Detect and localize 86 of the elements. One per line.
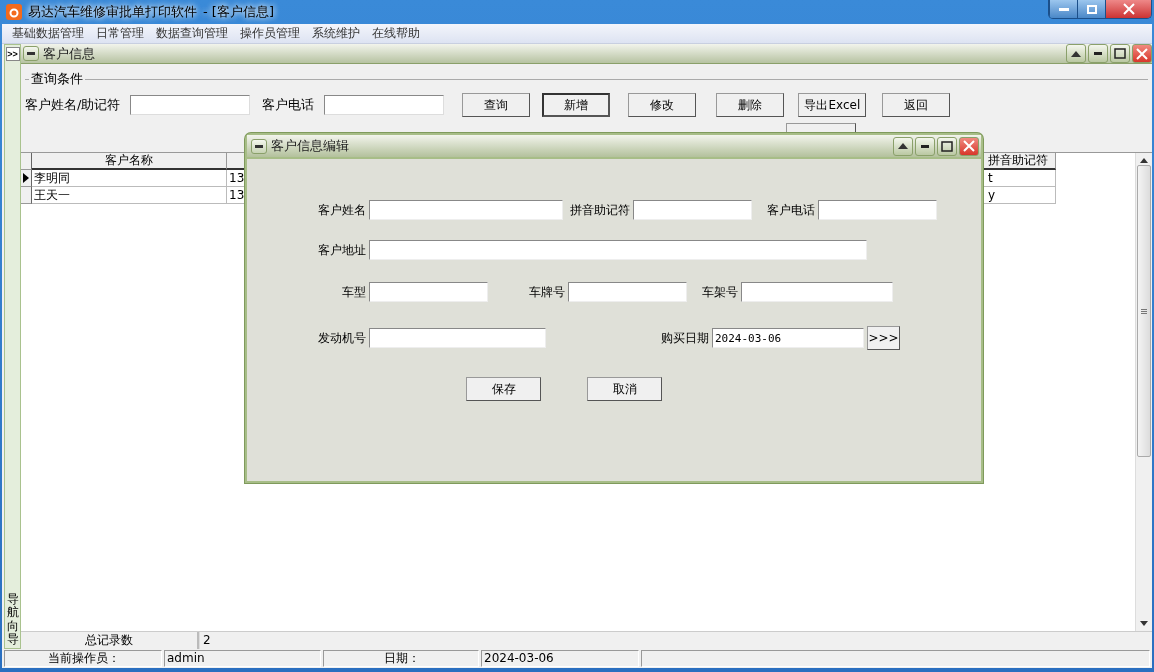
date-field[interactable]: 2024-03-06	[712, 328, 864, 348]
close-icon	[1122, 3, 1135, 15]
minimize-icon	[1058, 7, 1069, 11]
toolbar-button[interactable]: 导出Excel	[798, 93, 867, 117]
maximize-icon	[1086, 4, 1097, 14]
row-header	[21, 153, 32, 170]
restore-button[interactable]	[893, 136, 913, 156]
toolbar-button[interactable]: 删除	[716, 93, 785, 117]
menu-item[interactable]: 操作员管理	[234, 25, 306, 42]
expand-button[interactable]: >>	[5, 47, 20, 61]
input-field[interactable]	[633, 200, 752, 220]
input-field[interactable]	[130, 95, 251, 115]
maximize-button[interactable]	[1110, 44, 1130, 63]
column-header: 拼音助记符	[981, 153, 1056, 170]
field-label: 客户电话	[766, 201, 816, 219]
table-cell: 王天一	[32, 187, 227, 204]
scroll-up-icon	[1140, 158, 1148, 163]
maximize-button[interactable]	[1077, 0, 1105, 18]
menu-item[interactable]: 基础数据管理	[6, 25, 90, 42]
field-label: 车型	[341, 283, 367, 301]
date-picker-button[interactable]: >>>	[867, 326, 900, 350]
maximize-icon	[941, 140, 953, 152]
toolbar-button[interactable]: 查询	[462, 93, 531, 117]
up-arrow-icon	[1071, 50, 1081, 57]
menu-item[interactable]: 日常管理	[90, 25, 150, 42]
field-label: 客户电话	[262, 96, 315, 114]
field-label: 拼音助记符	[569, 201, 631, 219]
table-cell: 李明同	[32, 170, 227, 187]
toolbar-button[interactable]: 修改	[628, 93, 697, 117]
minus-icon	[27, 52, 35, 55]
column-header: 客户名称	[32, 153, 227, 170]
menu-item[interactable]: 系统维护	[306, 25, 366, 42]
maximize-button[interactable]	[937, 136, 957, 156]
child-window-title: 客户信息	[43, 44, 95, 63]
row-pointer-icon	[23, 173, 29, 183]
restore-button[interactable]	[1066, 44, 1086, 63]
input-field[interactable]	[369, 282, 488, 302]
row-header[interactable]	[21, 170, 32, 187]
field-label: 发动机号	[317, 329, 367, 347]
close-icon	[963, 140, 975, 152]
app-icon	[6, 4, 22, 20]
status-field: 当前操作员：	[4, 650, 162, 667]
input-field[interactable]	[369, 240, 867, 260]
scroll-down-icon	[1140, 621, 1148, 626]
status-field: 2024-03-06	[481, 650, 639, 667]
close-icon	[1136, 47, 1148, 60]
minimize-icon	[921, 144, 929, 148]
minimize-button[interactable]	[915, 136, 935, 156]
minimize-icon	[1094, 52, 1102, 55]
system-menu-button[interactable]	[23, 46, 39, 61]
toolbar-button[interactable]: 返回	[882, 93, 951, 117]
input-field[interactable]	[818, 200, 937, 220]
close-button[interactable]	[1132, 44, 1152, 63]
maximize-icon	[1114, 48, 1126, 59]
minimize-button[interactable]	[1049, 0, 1077, 18]
field-label: 车牌号	[528, 283, 566, 301]
field-label: 客户姓名/助记符	[25, 96, 121, 114]
field-label: 客户地址	[317, 241, 367, 259]
status-field: 日期：	[323, 650, 479, 667]
input-field[interactable]	[369, 328, 546, 348]
scroll-thumb[interactable]	[1137, 165, 1151, 457]
input-field[interactable]	[741, 282, 893, 302]
close-button[interactable]	[1105, 0, 1151, 18]
minus-icon	[255, 144, 263, 148]
menu-item[interactable]: 数据查询管理	[150, 25, 234, 42]
minimize-button[interactable]	[1088, 44, 1108, 63]
input-field[interactable]	[324, 95, 445, 115]
dialog-button[interactable]: 保存	[466, 377, 541, 401]
dialog-title: 客户信息编辑	[271, 137, 349, 155]
dialog-button[interactable]: 取消	[587, 377, 662, 401]
menu-item[interactable]: 在线帮助	[366, 25, 426, 42]
document-title: - [客户信息]	[203, 3, 274, 21]
system-menu-button[interactable]	[251, 138, 267, 154]
field-label: 购买日期	[660, 329, 710, 347]
close-button[interactable]	[959, 136, 979, 156]
window-title: 易达汽车维修审批单打印软件	[28, 3, 197, 21]
status-field: admin	[164, 650, 321, 667]
vertical-scrollbar[interactable]	[1135, 153, 1152, 631]
toolbar-button[interactable]: 新增	[542, 93, 611, 117]
field-label: 车架号	[701, 283, 739, 301]
group-title: 查询条件	[30, 70, 84, 88]
field-label: 客户姓名	[317, 201, 367, 219]
navigation-label: 导航向导	[6, 593, 19, 646]
up-arrow-icon	[898, 143, 908, 149]
input-field[interactable]	[369, 200, 563, 220]
input-field[interactable]	[568, 282, 687, 302]
